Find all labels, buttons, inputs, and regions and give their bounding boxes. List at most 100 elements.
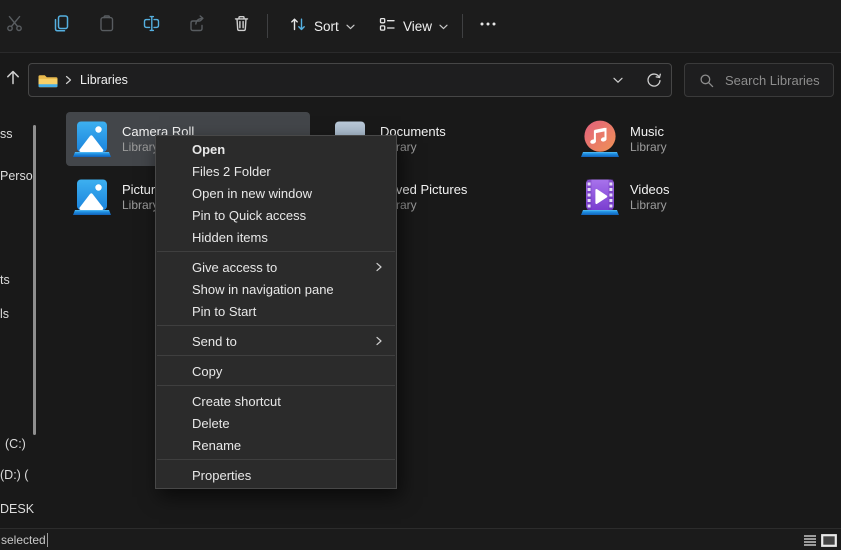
pictures-library-icon bbox=[72, 119, 112, 159]
menu-item-give-access-to[interactable]: Give access to bbox=[156, 256, 396, 278]
nav-item-fragment[interactable]: ls bbox=[0, 307, 9, 321]
menu-item-send-to[interactable]: Send to bbox=[156, 330, 396, 352]
menu-item-label: Open in new window bbox=[192, 186, 312, 201]
menu-item-label: Create shortcut bbox=[192, 394, 281, 409]
nav-item-fragment[interactable]: ss bbox=[0, 127, 13, 141]
menu-item-label: Copy bbox=[192, 364, 222, 379]
rename-icon bbox=[142, 14, 161, 38]
nav-item-fragment[interactable]: Perso bbox=[0, 169, 33, 183]
breadcrumb-location[interactable]: Libraries bbox=[80, 73, 128, 87]
see-more-button[interactable] bbox=[470, 8, 506, 44]
menu-item-create-shortcut[interactable]: Create shortcut bbox=[156, 390, 396, 412]
copy-button[interactable] bbox=[43, 8, 79, 44]
menu-item-open[interactable]: Open bbox=[156, 138, 396, 160]
refresh-button[interactable] bbox=[640, 66, 668, 94]
delete-button[interactable] bbox=[223, 8, 259, 44]
pictures-library-icon bbox=[72, 177, 112, 217]
file-explorer-window: Sort View bbox=[0, 0, 841, 550]
command-toolbar: Sort View bbox=[0, 0, 841, 53]
thumbnails-view-button[interactable] bbox=[820, 533, 838, 548]
sort-icon bbox=[289, 15, 307, 38]
menu-item-properties[interactable]: Properties bbox=[156, 464, 396, 486]
menu-item-label: Files 2 Folder bbox=[192, 164, 271, 179]
scissors-icon bbox=[5, 14, 24, 38]
menu-item-label: Hidden items bbox=[192, 230, 268, 245]
item-type: Library bbox=[630, 140, 667, 155]
library-item-music[interactable]: MusicLibrary bbox=[574, 112, 818, 166]
menu-item-hidden-items[interactable]: Hidden items bbox=[156, 226, 396, 248]
details-view-button[interactable] bbox=[801, 533, 819, 548]
nav-item-fragment[interactable]: DESK bbox=[0, 502, 34, 516]
chevron-down-icon bbox=[439, 17, 448, 35]
nav-scrollbar[interactable] bbox=[33, 125, 36, 435]
chevron-down-icon bbox=[346, 17, 355, 35]
menu-item-label: Delete bbox=[192, 416, 230, 431]
toolbar-separator bbox=[267, 14, 268, 38]
menu-item-label: Send to bbox=[192, 334, 237, 349]
menu-item-pin-to-quick-access[interactable]: Pin to Quick access bbox=[156, 204, 396, 226]
submenu-chevron-icon bbox=[376, 336, 382, 346]
navigate-up-button[interactable] bbox=[0, 62, 26, 96]
nav-item-fragment[interactable]: (D:) ( bbox=[0, 468, 28, 482]
menu-item-label: Show in navigation pane bbox=[192, 282, 334, 297]
address-bar[interactable]: Libraries bbox=[28, 63, 672, 97]
up-arrow-icon bbox=[4, 68, 22, 91]
menu-item-label: Give access to bbox=[192, 260, 277, 275]
item-type: Library bbox=[630, 198, 670, 213]
menu-item-show-in-navigation-pane[interactable]: Show in navigation pane bbox=[156, 278, 396, 300]
trash-icon bbox=[232, 14, 251, 38]
context-menu: Open Files 2 Folder Open in new window Pin … bbox=[155, 135, 397, 489]
menu-item-files-2-folder[interactable]: Files 2 Folder bbox=[156, 160, 396, 182]
copy-icon bbox=[52, 14, 71, 38]
rename-button[interactable] bbox=[133, 8, 169, 44]
music-library-icon bbox=[580, 119, 620, 159]
menu-item-label: Pin to Start bbox=[192, 304, 256, 319]
menu-separator bbox=[157, 325, 395, 326]
menu-item-open-in-new-window[interactable]: Open in new window bbox=[156, 182, 396, 204]
videos-library-icon bbox=[580, 177, 620, 217]
submenu-chevron-icon bbox=[376, 262, 382, 272]
address-dropdown-button[interactable] bbox=[604, 66, 632, 94]
library-item-videos[interactable]: VideosLibrary bbox=[574, 170, 818, 224]
nav-item-fragment[interactable]: (C:) bbox=[5, 437, 26, 451]
folder-icon bbox=[38, 73, 58, 88]
selection-status: selected bbox=[1, 533, 46, 547]
menu-separator bbox=[157, 459, 395, 460]
clipboard-icon bbox=[97, 14, 116, 38]
menu-separator bbox=[157, 355, 395, 356]
cut-button[interactable] bbox=[0, 8, 32, 44]
menu-item-label: Rename bbox=[192, 438, 241, 453]
menu-item-label: Pin to Quick access bbox=[192, 208, 306, 223]
item-name: Videos bbox=[630, 182, 670, 198]
search-input[interactable] bbox=[723, 72, 837, 89]
breadcrumb-chevron-icon bbox=[65, 75, 72, 85]
search-box[interactable] bbox=[684, 63, 834, 97]
menu-separator bbox=[157, 385, 395, 386]
menu-item-copy[interactable]: Copy bbox=[156, 360, 396, 382]
search-icon bbox=[699, 73, 714, 88]
sort-label: Sort bbox=[314, 19, 339, 34]
menu-item-delete[interactable]: Delete bbox=[156, 412, 396, 434]
menu-item-label: Open bbox=[192, 142, 225, 157]
share-button[interactable] bbox=[178, 8, 214, 44]
ellipsis-icon bbox=[478, 15, 498, 38]
view-button[interactable]: View bbox=[370, 8, 456, 44]
menu-item-pin-to-start[interactable]: Pin to Start bbox=[156, 300, 396, 322]
view-label: View bbox=[403, 19, 432, 34]
nav-item-fragment[interactable]: ts bbox=[0, 273, 10, 287]
toolbar-separator bbox=[462, 14, 463, 38]
status-divider bbox=[47, 533, 48, 547]
item-name: Music bbox=[630, 124, 667, 140]
status-bar: selected bbox=[0, 528, 841, 550]
menu-item-label: Properties bbox=[192, 468, 251, 483]
menu-separator bbox=[157, 251, 395, 252]
menu-item-rename[interactable]: Rename bbox=[156, 434, 396, 456]
details-view-icon bbox=[803, 534, 817, 547]
share-icon bbox=[187, 14, 206, 38]
thumbnails-view-icon bbox=[821, 534, 837, 547]
view-icon bbox=[378, 15, 396, 38]
address-row: Libraries bbox=[0, 53, 841, 105]
paste-button[interactable] bbox=[88, 8, 124, 44]
sort-button[interactable]: Sort bbox=[281, 8, 363, 44]
content-area: ssPersotsls(C:)(D:) (DESK Camera RollLib… bbox=[0, 105, 841, 528]
